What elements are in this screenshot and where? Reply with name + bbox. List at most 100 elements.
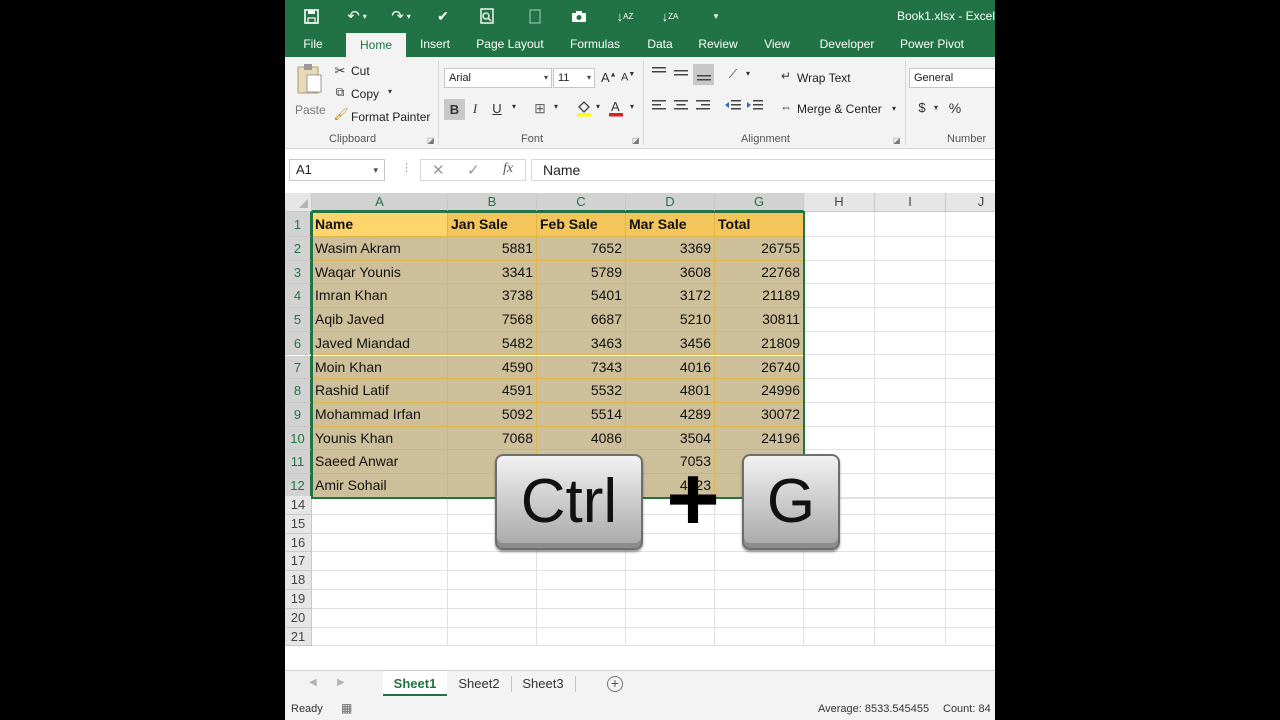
- row-header-10[interactable]: 10: [285, 426, 312, 451]
- cell-i9[interactable]: [875, 402, 946, 427]
- cell-j6[interactable]: [946, 332, 995, 356]
- cell-d1[interactable]: Mar Sale: [626, 212, 715, 237]
- cell-d19[interactable]: [626, 590, 715, 609]
- cell-i14[interactable]: [875, 496, 946, 515]
- cell-g6[interactable]: 21809: [715, 331, 804, 356]
- cell-c6[interactable]: 3463: [537, 331, 626, 356]
- orientation-icon[interactable]: ⟋: [725, 67, 741, 82]
- tab-formulas[interactable]: Formulas: [565, 32, 625, 57]
- cell-c10[interactable]: 4086: [537, 426, 626, 451]
- print-preview-icon[interactable]: [477, 5, 497, 27]
- cell-g19[interactable]: [715, 590, 804, 609]
- cell-b7[interactable]: 4590: [448, 355, 537, 380]
- format-painter-button[interactable]: Format Painter: [351, 110, 430, 124]
- row-header-9[interactable]: 9: [285, 402, 312, 427]
- font-name-combo[interactable]: Arial ▾: [444, 68, 552, 88]
- cell-b10[interactable]: 7068: [448, 426, 537, 451]
- bold-button[interactable]: B: [444, 99, 465, 120]
- column-header-b[interactable]: B: [448, 193, 537, 212]
- save-icon[interactable]: [301, 5, 321, 27]
- cell-j5[interactable]: [946, 308, 995, 332]
- customize-toolbar-icon[interactable]: ▾: [709, 5, 723, 27]
- cell-j12[interactable]: [946, 474, 995, 498]
- cell-j9[interactable]: [946, 403, 995, 427]
- cell-j10[interactable]: [946, 427, 995, 451]
- cell-j2[interactable]: [946, 237, 995, 261]
- cell-a1[interactable]: Name: [312, 212, 448, 237]
- row-header-14[interactable]: 14: [285, 496, 312, 515]
- sheet-tab-sheet1[interactable]: Sheet1: [383, 671, 447, 696]
- font-launcher-icon[interactable]: ◪: [632, 136, 640, 145]
- cell-h7[interactable]: [804, 355, 875, 380]
- cell-h17[interactable]: [804, 552, 875, 572]
- merge-dropdown-icon[interactable]: ▾: [889, 104, 899, 113]
- cell-i2[interactable]: [875, 237, 946, 261]
- cell-j8[interactable]: [946, 379, 995, 403]
- cancel-icon[interactable]: ✕: [432, 161, 445, 179]
- cell-d17[interactable]: [626, 552, 715, 572]
- add-sheet-icon[interactable]: +: [607, 676, 623, 692]
- row-header-7[interactable]: 7: [285, 355, 312, 380]
- cell-j11[interactable]: [946, 450, 995, 474]
- cut-button[interactable]: Cut: [351, 64, 370, 78]
- row-header-1[interactable]: 1: [285, 212, 312, 237]
- cell-c18[interactable]: [537, 571, 626, 590]
- tab-insert[interactable]: Insert: [415, 32, 455, 57]
- cell-g9[interactable]: 30072: [715, 402, 804, 427]
- tab-page-layout[interactable]: Page Layout: [473, 32, 547, 57]
- cell-j20[interactable]: [946, 609, 995, 628]
- cell-j14[interactable]: [946, 496, 995, 515]
- tab-review[interactable]: Review: [695, 32, 741, 57]
- cell-j17[interactable]: [946, 552, 995, 572]
- cell-j7[interactable]: [946, 356, 995, 380]
- cell-c7[interactable]: 7343: [537, 355, 626, 380]
- sort-ascending-icon[interactable]: ↓ AZ: [615, 5, 635, 27]
- cell-a20[interactable]: [312, 608, 448, 628]
- cell-a3[interactable]: Waqar Younis: [312, 260, 448, 285]
- row-header-6[interactable]: 6: [285, 331, 312, 356]
- cell-b6[interactable]: 5482: [448, 331, 537, 356]
- column-header-g[interactable]: G: [715, 193, 804, 212]
- cell-i20[interactable]: [875, 608, 946, 628]
- cell-b18[interactable]: [448, 571, 537, 590]
- cell-a19[interactable]: [312, 590, 448, 609]
- decrease-indent-icon[interactable]: [725, 100, 741, 115]
- cell-g8[interactable]: 24996: [715, 379, 804, 403]
- font-color-dropdown-icon[interactable]: ▾: [627, 102, 637, 111]
- cell-h19[interactable]: [804, 590, 875, 609]
- underline-button[interactable]: U: [490, 101, 504, 116]
- merge-center-button[interactable]: Merge & Center: [797, 102, 882, 116]
- cell-g2[interactable]: 26755: [715, 237, 804, 261]
- cell-g3[interactable]: 22768: [715, 260, 804, 285]
- cell-a4[interactable]: Imran Khan: [312, 284, 448, 309]
- column-header-j[interactable]: J: [946, 193, 995, 212]
- cell-i6[interactable]: [875, 331, 946, 356]
- cell-c21[interactable]: [537, 627, 626, 647]
- percent-button[interactable]: %: [947, 100, 963, 116]
- camera-icon[interactable]: [569, 5, 589, 27]
- row-header-5[interactable]: 5: [285, 308, 312, 332]
- tab-developer[interactable]: Developer: [813, 32, 881, 57]
- font-color-icon[interactable]: A: [607, 99, 625, 120]
- cell-h18[interactable]: [804, 571, 875, 590]
- column-header-c[interactable]: C: [537, 193, 626, 212]
- cell-h5[interactable]: [804, 308, 875, 332]
- cell-d7[interactable]: 4016: [626, 355, 715, 380]
- row-header-20[interactable]: 20: [285, 608, 312, 628]
- cell-g5[interactable]: 30811: [715, 308, 804, 332]
- underline-dropdown-icon[interactable]: ▾: [509, 102, 519, 111]
- cell-a10[interactable]: Younis Khan: [312, 426, 448, 451]
- cell-a21[interactable]: [312, 627, 448, 647]
- row-header-8[interactable]: 8: [285, 379, 312, 403]
- column-header-h[interactable]: H: [804, 193, 875, 212]
- enter-icon[interactable]: ✓: [467, 161, 480, 179]
- cell-b9[interactable]: 5092: [448, 402, 537, 427]
- cell-g4[interactable]: 21189: [715, 284, 804, 309]
- cell-a11[interactable]: Saeed Anwar: [312, 450, 448, 474]
- sheet-tab-sheet3[interactable]: Sheet3: [513, 671, 573, 696]
- redo-icon[interactable]: ↷ ▾: [387, 5, 415, 27]
- cell-h10[interactable]: [804, 426, 875, 451]
- cell-h2[interactable]: [804, 237, 875, 261]
- borders-dropdown-icon[interactable]: ▾: [551, 102, 561, 111]
- macro-record-icon[interactable]: ▦: [341, 701, 352, 715]
